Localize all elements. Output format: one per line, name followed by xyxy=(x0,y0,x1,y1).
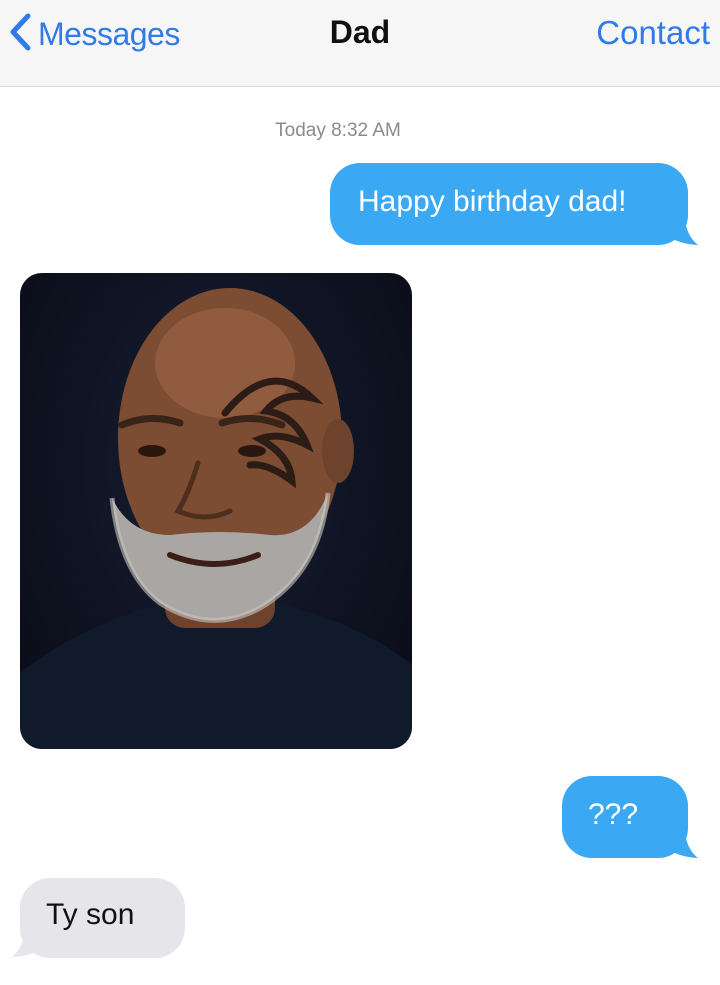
incoming-message-bubble[interactable]: Ty son xyxy=(20,878,185,958)
portrait-image xyxy=(20,288,412,749)
navigation-bar: Messages Dad Contact xyxy=(0,0,720,87)
message-text: Ty son xyxy=(46,898,135,931)
contact-button[interactable]: Contact xyxy=(596,14,710,52)
message-timestamp: Today 8:32 AM xyxy=(275,120,401,141)
message-text: Happy birthday dad! xyxy=(358,185,627,218)
message-text: ??? xyxy=(588,798,639,831)
outgoing-bubble-tail xyxy=(664,214,698,245)
incoming-photo-message[interactable] xyxy=(20,273,412,749)
outgoing-message-bubble[interactable]: Happy birthday dad! xyxy=(330,163,688,245)
outgoing-bubble-tail xyxy=(664,827,698,858)
